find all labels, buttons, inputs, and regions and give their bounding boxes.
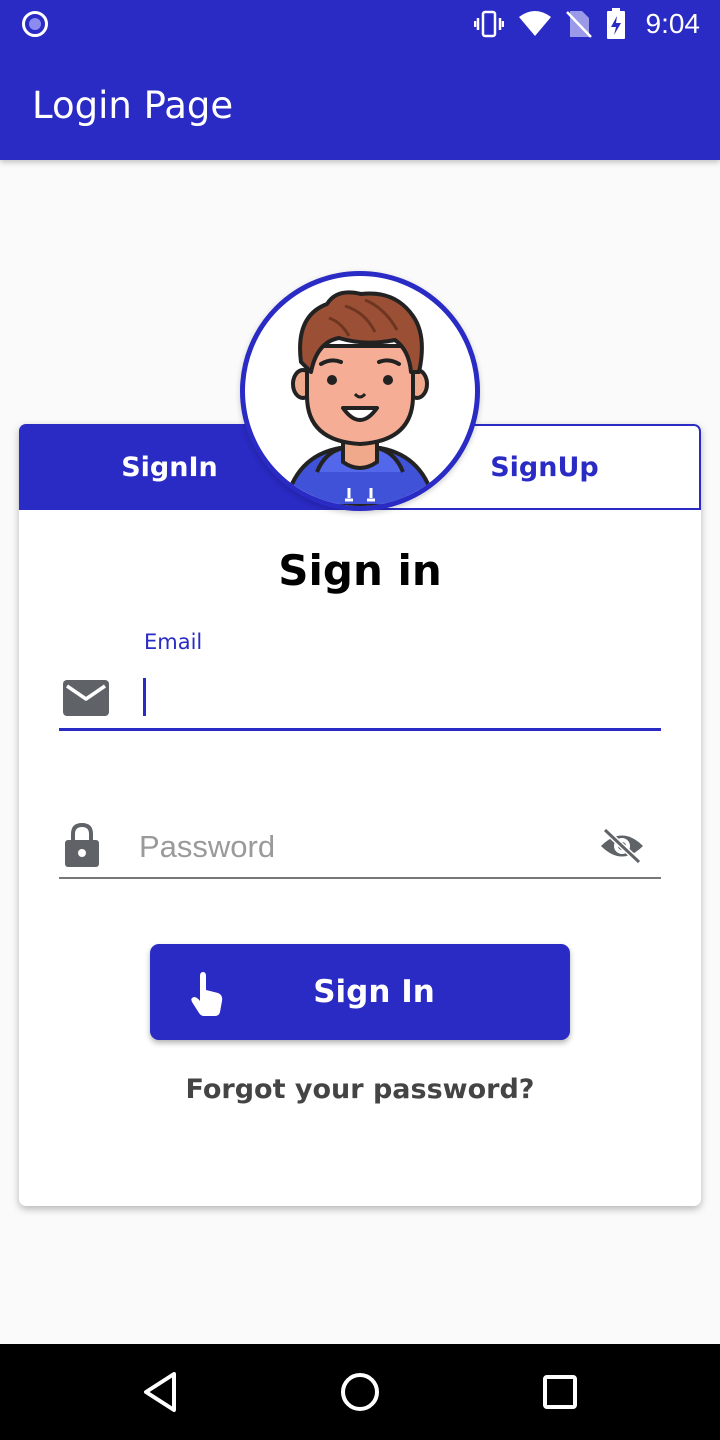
login-card: SignIn SignUp Sign in Email Sign In Forg…	[19, 424, 701, 1206]
mail-icon	[63, 680, 109, 716]
email-field: Email	[59, 624, 661, 732]
system-nav-bar	[0, 1344, 720, 1440]
recents-icon[interactable]	[538, 1368, 582, 1416]
password-underline	[59, 877, 661, 879]
text-cursor	[143, 678, 146, 716]
avatar	[240, 271, 480, 511]
sign-in-label: Sign In	[313, 974, 435, 1010]
app-bar: 9:04 Login Page	[0, 0, 720, 160]
eye-off-icon[interactable]	[599, 827, 645, 865]
home-icon[interactable]	[338, 1368, 382, 1416]
email-label: Email	[144, 630, 203, 654]
no-sim-icon	[565, 11, 592, 38]
forgot-password-link[interactable]: Forgot your password?	[19, 1074, 701, 1105]
lock-icon	[65, 823, 99, 867]
vibrate-icon	[473, 10, 504, 38]
boy-avatar-icon	[282, 290, 438, 506]
password-input[interactable]	[139, 825, 579, 869]
password-field	[59, 819, 661, 883]
notification-dot-icon	[22, 11, 48, 37]
status-time: 9:04	[645, 8, 701, 39]
status-icons: 9:04	[473, 6, 701, 42]
sign-in-button[interactable]: Sign In	[150, 944, 570, 1040]
form-title: Sign in	[278, 546, 442, 595]
back-icon[interactable]	[140, 1368, 180, 1416]
page-title: Login Page	[32, 84, 234, 127]
email-underline	[59, 728, 661, 731]
status-bar: 9:04	[0, 0, 720, 48]
email-input[interactable]	[141, 674, 641, 720]
wifi-icon	[518, 11, 551, 36]
battery-charging-icon	[606, 8, 625, 39]
